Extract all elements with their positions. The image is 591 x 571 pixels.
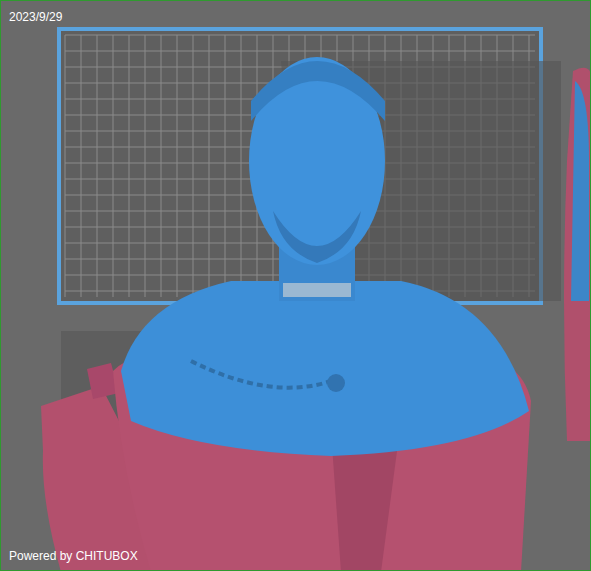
- date-label: 2023/9/29: [9, 9, 62, 25]
- chitubox-viewport[interactable]: 2023/9/29 Powered by CHITUBOX: [0, 0, 591, 571]
- model-scene-icon[interactable]: [1, 1, 591, 571]
- watermark-label: Powered by CHITUBOX: [9, 548, 138, 564]
